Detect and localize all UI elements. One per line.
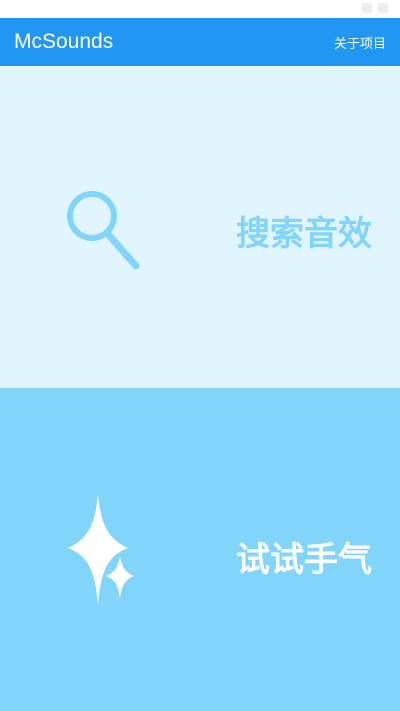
sparkle-icon [68,494,134,604]
search-sounds-label: 搜索音效 [236,214,372,254]
search-sounds-panel[interactable]: 搜索音效 [0,66,400,388]
app-title: McSounds [14,30,114,53]
try-luck-label: 试试手气 [236,540,372,580]
app-bar: McSounds 关于项目 [0,18,400,66]
battery-icon [378,3,388,13]
status-icons [362,3,388,13]
status-bar [0,0,400,18]
about-project-button[interactable]: 关于项目 [334,33,386,52]
signal-icon [362,3,372,13]
try-luck-panel[interactable]: 试试手气 [0,388,400,711]
search-icon [67,191,140,270]
